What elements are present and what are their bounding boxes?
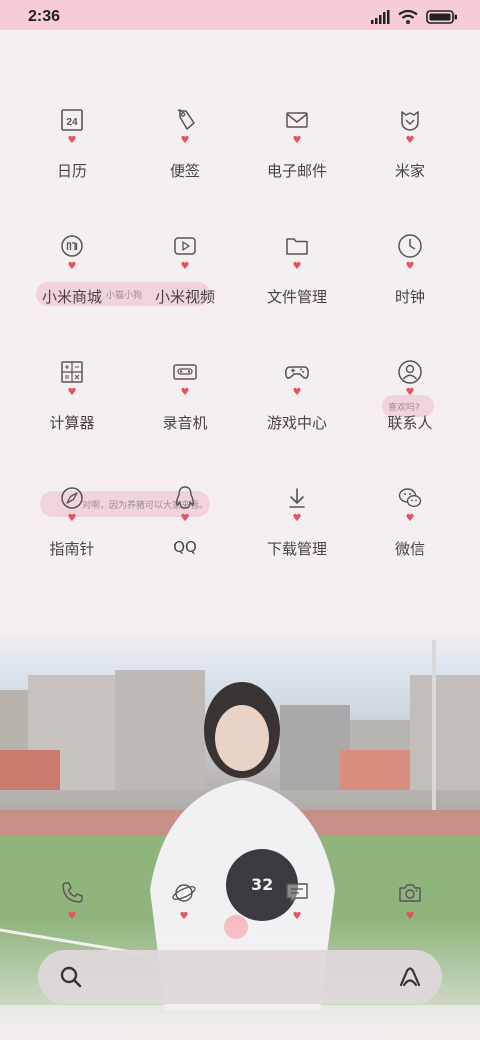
contact-icon	[398, 360, 422, 384]
heart-icon: ♥	[292, 513, 302, 524]
app-label: 便签	[169, 162, 200, 180]
calendar-icon: 24	[61, 109, 83, 131]
app-email[interactable]: ♥ 电子邮件	[237, 100, 357, 200]
video-play-icon	[174, 237, 196, 255]
app-contacts[interactable]: ♥ 联系人	[350, 352, 470, 452]
heart-icon: ♥	[405, 513, 415, 524]
mijia-icon	[401, 111, 419, 131]
folder-icon	[286, 238, 308, 255]
app-clock[interactable]: ♥ 时钟	[350, 226, 470, 326]
heart-icon: ♥	[67, 261, 77, 272]
status-bar: 2:36	[0, 0, 480, 30]
app-label: 日历	[56, 162, 87, 180]
heart-icon: ♥	[405, 387, 415, 398]
messages-icon	[286, 883, 308, 903]
heart-icon: ♥	[292, 387, 302, 398]
cassette-icon	[173, 364, 197, 380]
heart-icon: ♥	[405, 135, 415, 146]
app-game-center[interactable]: ♥ 游戏中心	[237, 352, 357, 452]
app-label: 时钟	[394, 288, 425, 306]
heart-icon: ♥	[67, 911, 77, 922]
app-notes[interactable]: ♥ 便签	[125, 100, 245, 200]
app-recorder[interactable]: ♥ 录音机	[125, 352, 245, 452]
heart-icon: ♥	[67, 387, 77, 398]
app-label: 米家	[394, 162, 425, 180]
mail-icon	[286, 112, 308, 128]
gamepad-icon	[285, 366, 309, 379]
heart-icon: ♥	[292, 911, 302, 922]
heart-icon: ♥	[180, 261, 190, 272]
search-bar[interactable]	[38, 950, 442, 1004]
heart-icon: ♥	[180, 387, 190, 398]
battery-icon	[426, 10, 457, 24]
dock-phone[interactable]: ♥	[52, 880, 92, 930]
status-icons	[370, 10, 458, 24]
signal-icon	[371, 10, 390, 24]
app-label: 下载管理	[266, 540, 327, 558]
app-label: 电子邮件	[266, 162, 327, 180]
app-label: QQ	[173, 538, 197, 556]
heart-icon: ♥	[292, 135, 302, 146]
search-icon[interactable]	[58, 964, 84, 990]
svg-text:24: 24	[66, 117, 78, 128]
app-label: 录音机	[162, 414, 208, 432]
app-mi-store[interactable]: ♥ 小米商城	[12, 226, 132, 326]
app-label: 小米商城	[41, 288, 102, 306]
ai-assistant-icon[interactable]	[396, 963, 424, 991]
app-label: 游戏中心	[266, 414, 327, 432]
heart-icon: ♥	[405, 261, 415, 272]
download-icon	[289, 488, 305, 508]
wifi-icon	[398, 10, 418, 24]
wechat-icon	[398, 488, 422, 508]
app-file-manager[interactable]: ♥ 文件管理	[237, 226, 357, 326]
heart-icon: ♥	[180, 513, 190, 524]
app-label: 联系人	[387, 414, 433, 432]
camera-icon	[399, 884, 421, 902]
heart-icon: ♥	[292, 261, 302, 272]
app-compass[interactable]: ♥ 指南针	[12, 478, 132, 578]
svg-text:32: 32	[251, 875, 273, 894]
qq-penguin-icon	[176, 486, 194, 509]
dock-messages[interactable]: ♥	[277, 880, 317, 930]
phone-icon	[62, 882, 83, 903]
heart-icon: ♥	[180, 135, 190, 146]
app-downloads[interactable]: ♥ 下载管理	[237, 478, 357, 578]
app-calendar[interactable]: 24 ♥ 日历	[12, 100, 132, 200]
app-qq[interactable]: ♥ QQ	[125, 478, 245, 578]
tag-icon	[177, 109, 195, 130]
heart-icon: ♥	[67, 513, 77, 524]
app-mi-video[interactable]: ♥ 小米视频	[125, 226, 245, 326]
browser-planet-icon	[172, 884, 196, 902]
heart-icon: ♥	[179, 911, 189, 922]
app-label: 微信	[394, 540, 425, 558]
app-calculator[interactable]: ♥ 计算器	[12, 352, 132, 452]
app-label: 小米视频	[154, 288, 215, 306]
compass-icon	[61, 487, 83, 509]
clock-icon	[398, 234, 422, 258]
app-label: 文件管理	[266, 288, 327, 306]
status-time: 2:36	[28, 8, 61, 25]
dock-camera[interactable]: ♥	[390, 880, 430, 930]
mi-store-icon	[61, 235, 83, 257]
heart-icon: ♥	[67, 135, 77, 146]
app-label: 计算器	[49, 414, 95, 432]
dock-browser[interactable]: ♥	[164, 880, 204, 930]
calculator-icon	[61, 361, 83, 383]
app-mijia[interactable]: ♥ 米家	[350, 100, 470, 200]
app-wechat[interactable]: ♥ 微信	[350, 478, 470, 578]
app-label: 指南针	[49, 540, 95, 558]
heart-icon: ♥	[405, 911, 415, 922]
